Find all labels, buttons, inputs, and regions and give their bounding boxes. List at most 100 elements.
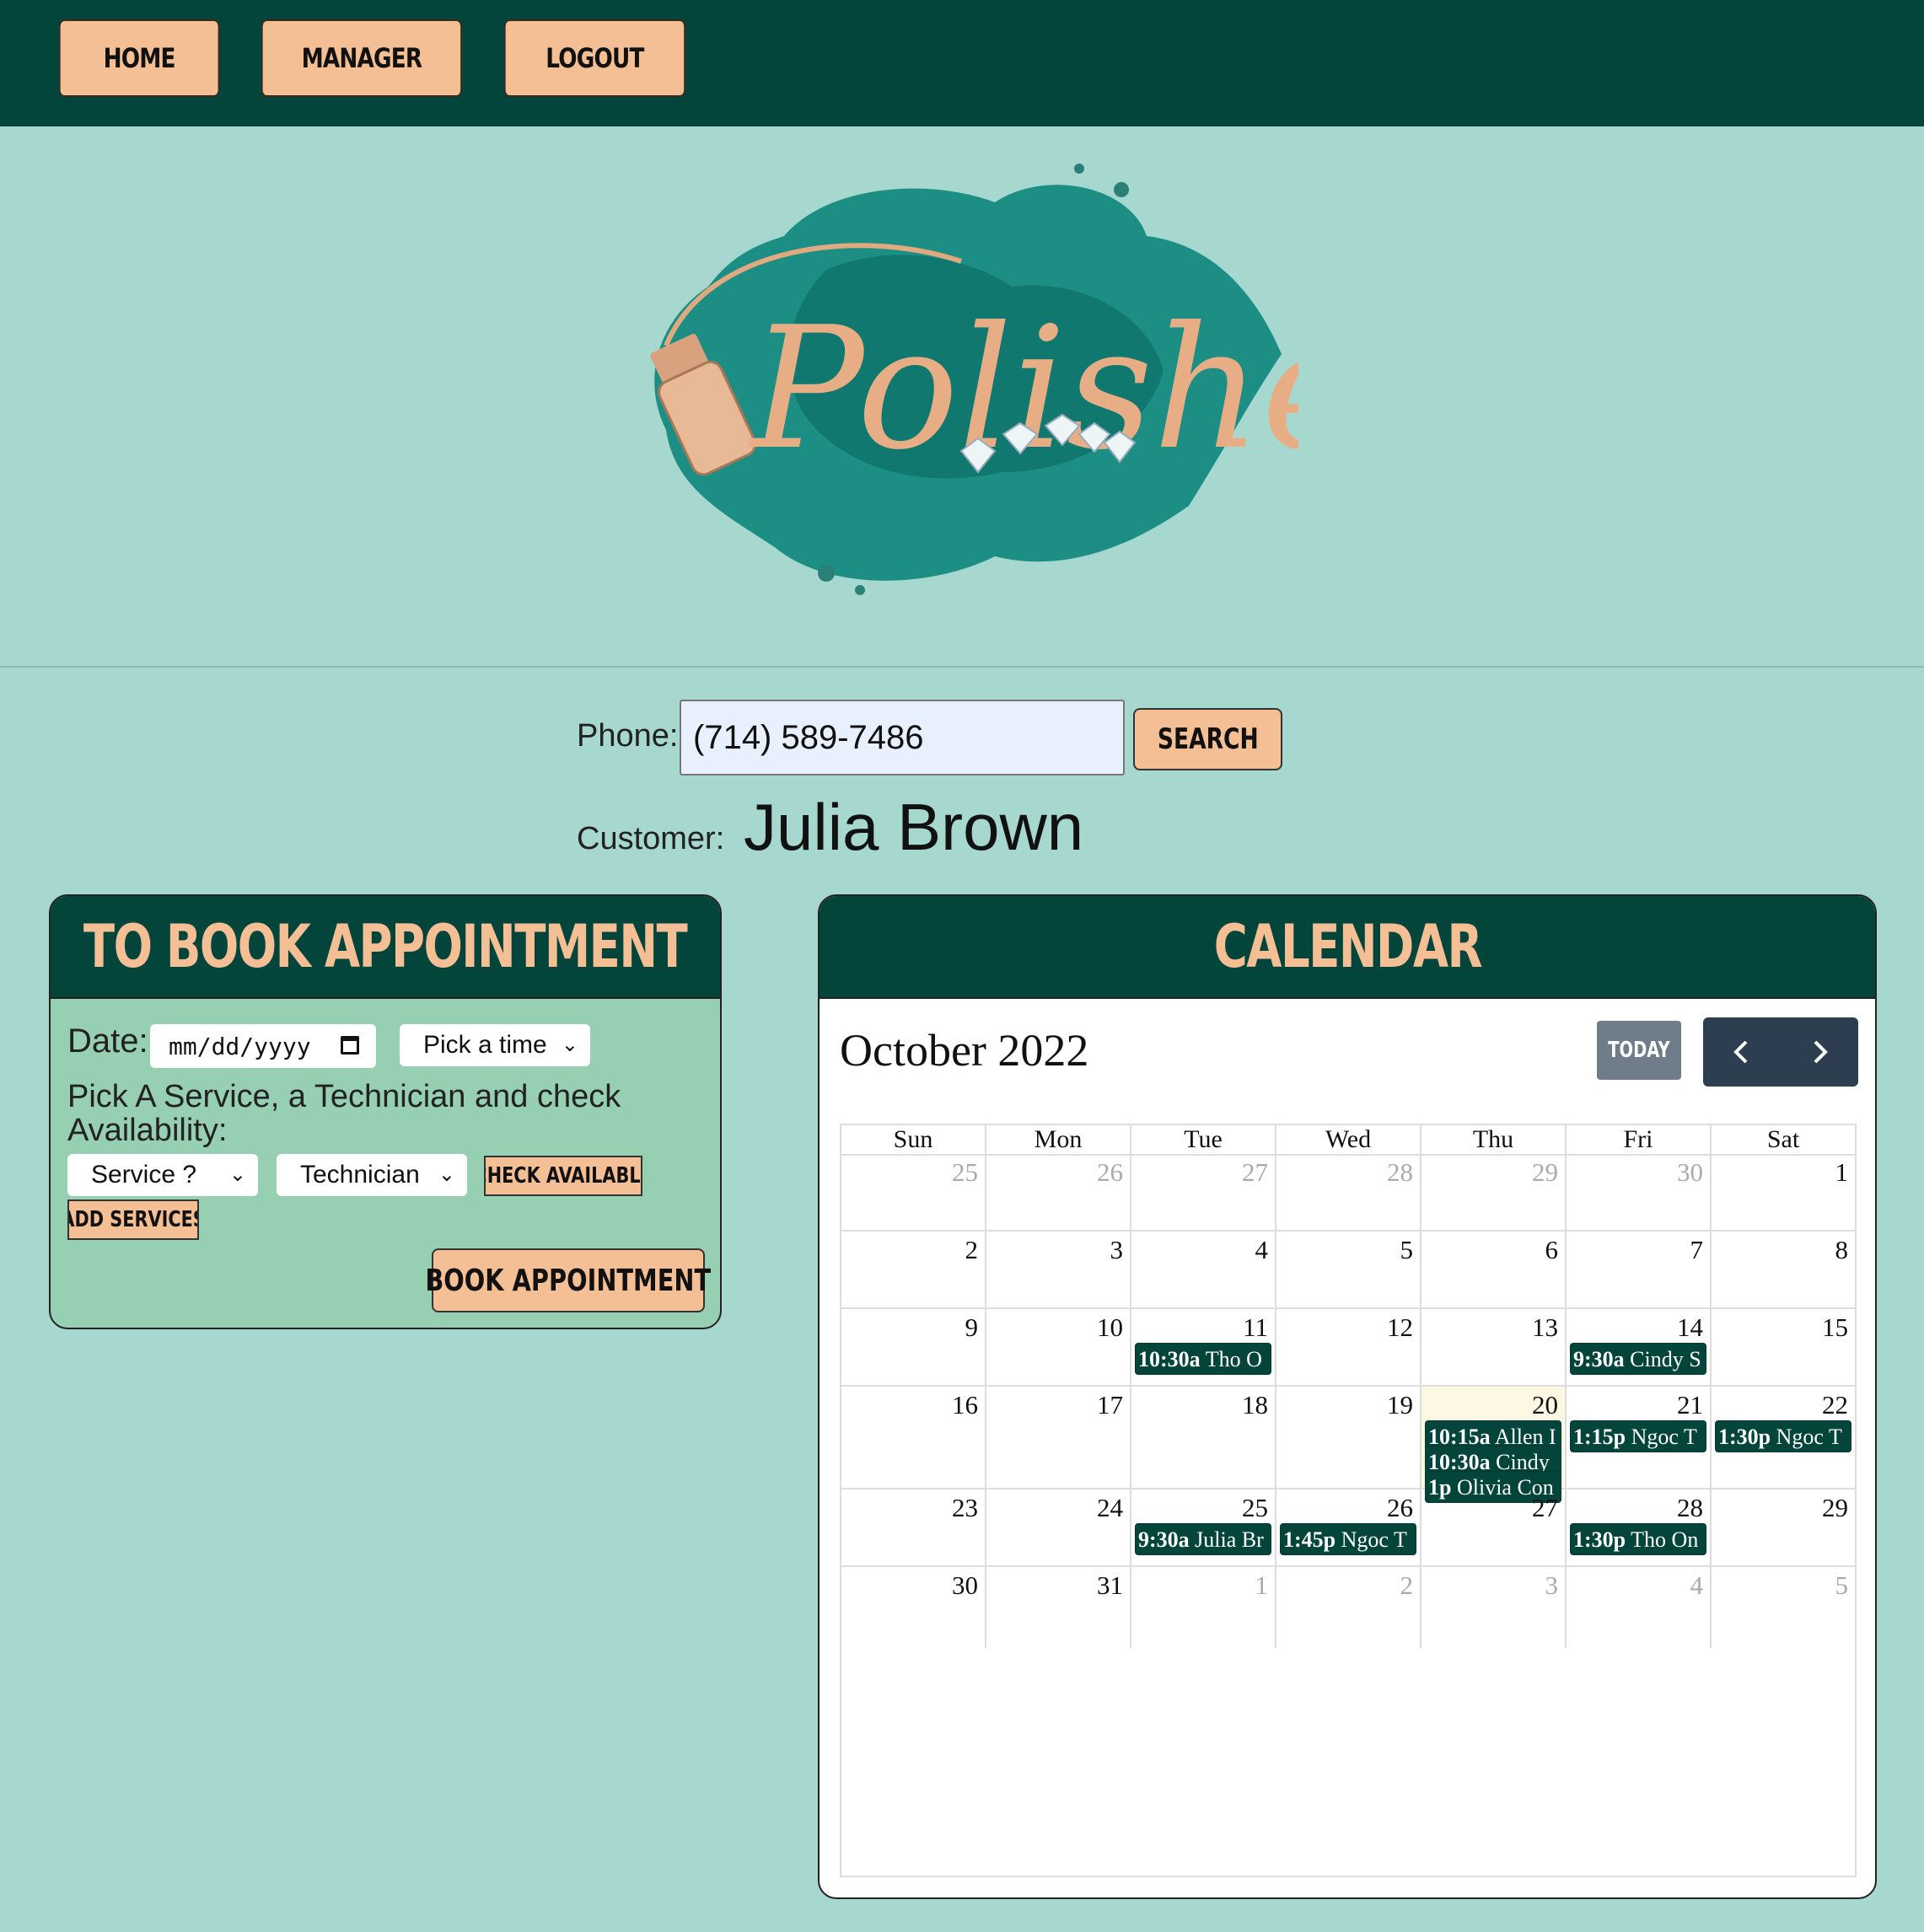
day-number: 4 [1690, 1570, 1704, 1600]
polished-logo: Polished [607, 152, 1470, 624]
day-cell[interactable]: 14 9:30a Cindy S [1567, 1309, 1712, 1385]
day-cell[interactable]: 9 [841, 1309, 986, 1385]
day-number: 3 [1110, 1235, 1124, 1264]
day-number: 5 [1400, 1235, 1414, 1264]
event-time: 1:30p [1573, 1527, 1626, 1552]
day-cell[interactable]: 12 [1276, 1309, 1422, 1385]
day-cell[interactable]: 5 [1276, 1232, 1422, 1307]
day-number: 30 [952, 1570, 978, 1600]
calendar-icon[interactable] [341, 1036, 359, 1055]
day-cell[interactable]: 8 [1712, 1232, 1855, 1307]
day-cell[interactable]: 18 [1131, 1387, 1276, 1488]
day-cell[interactable]: 4 [1131, 1232, 1276, 1307]
day-cell[interactable]: 28 1:30p Tho On [1567, 1489, 1712, 1565]
add-services-button[interactable]: ADD SERVICES [67, 1199, 199, 1240]
week-row: 2 3 4 5 6 7 8 [841, 1232, 1855, 1309]
day-cell[interactable]: 30 [841, 1567, 986, 1648]
service-select[interactable]: Service ? ⌄ [67, 1154, 258, 1196]
day-cell[interactable]: 25 [841, 1154, 986, 1230]
search-button[interactable]: SEARCH [1133, 708, 1282, 770]
weekday-header: Mon [986, 1125, 1131, 1154]
day-cell[interactable]: 17 [986, 1387, 1131, 1488]
day-cell[interactable]: 1 [1712, 1154, 1855, 1230]
day-number: 28 [1387, 1157, 1413, 1187]
day-cell[interactable]: 19 [1276, 1387, 1422, 1488]
home-button[interactable]: HOME [59, 19, 220, 97]
day-number: 15 [1822, 1312, 1848, 1342]
week-row: 25 26 27 28 29 30 1 [841, 1154, 1855, 1232]
day-cell[interactable]: 5 [1712, 1567, 1855, 1648]
calendar-panel-header: CALENDAR [820, 896, 1875, 999]
day-number: 6 [1545, 1235, 1559, 1264]
book-appointment-button[interactable]: BOOK APPOINTMENT [426, 1248, 711, 1312]
calendar-event[interactable]: 1:15p Ngoc T [1570, 1420, 1706, 1452]
event-title: Ngoc T [1336, 1527, 1407, 1552]
technician-select[interactable]: Technician ⌄ [277, 1154, 467, 1196]
day-number: 30 [1677, 1157, 1703, 1187]
day-cell[interactable]: 10 [986, 1309, 1131, 1385]
day-cell[interactable]: 13 [1422, 1309, 1567, 1385]
customer-label: Customer: [577, 821, 725, 856]
day-cell[interactable]: 22 1:30p Ngoc T [1712, 1387, 1855, 1488]
event-title: Cindy S [1624, 1347, 1701, 1371]
weekday-header: Sat [1766, 1125, 1800, 1153]
day-number: 27 [1532, 1493, 1558, 1522]
calendar-grid: Sun Mon Tue Wed Thu Fri Sat 25 26 27 28 29 30 1 2 3 4 5 6… [840, 1124, 1857, 1877]
day-cell[interactable]: 20 10:15a Allen I 10:30a Cindy 1p Olivia Co… [1422, 1387, 1567, 1503]
add-services-label: ADD SERVICES [67, 1207, 199, 1232]
day-cell[interactable]: 31 [986, 1567, 1131, 1648]
day-number: 2 [965, 1235, 979, 1264]
day-cell[interactable]: 2 [841, 1232, 986, 1307]
time-select[interactable]: Pick a time ⌄ [400, 1024, 590, 1066]
next-month-button[interactable] [1781, 1017, 1858, 1087]
day-cell[interactable]: 7 [1567, 1232, 1712, 1307]
calendar-event[interactable]: 10:30a Tho O [1135, 1343, 1271, 1375]
day-cell[interactable]: 25 9:30a Julia Br [1131, 1489, 1276, 1565]
phone-input[interactable]: (714) 589-7486 [680, 700, 1125, 775]
day-cell[interactable]: 11 10:30a Tho O [1131, 1309, 1276, 1385]
manager-button[interactable]: MANAGER [261, 19, 462, 97]
day-cell[interactable]: 29 [1422, 1154, 1567, 1230]
day-cell[interactable]: 29 [1712, 1489, 1855, 1565]
day-cell[interactable]: 26 1:45p Ngoc T [1276, 1489, 1422, 1565]
day-cell[interactable]: 3 [986, 1232, 1131, 1307]
day-cell[interactable]: 27 [1422, 1489, 1567, 1565]
event-time: 9:30a [1138, 1527, 1190, 1552]
day-cell[interactable]: 1 [1131, 1567, 1276, 1648]
day-number: 29 [1822, 1493, 1848, 1522]
calendar-event[interactable]: 9:30a Julia Br [1135, 1523, 1271, 1555]
day-cell[interactable]: 16 [841, 1387, 986, 1488]
today-button[interactable]: TODAY [1597, 1021, 1681, 1080]
event-time: 1:30p [1718, 1425, 1771, 1449]
calendar-event[interactable]: 1:45p Ngoc T [1280, 1523, 1416, 1555]
calendar-event[interactable]: 9:30a Cindy S [1570, 1343, 1706, 1375]
book-appointment-label: BOOK APPOINTMENT [425, 1263, 712, 1298]
calendar-event[interactable]: 1:30p Ngoc T [1715, 1420, 1851, 1452]
week-row: 23 24 25 9:30a Julia Br 26 1:45p Ngoc T 27 28 1:… [841, 1489, 1855, 1567]
day-cell[interactable]: 30 [1567, 1154, 1712, 1230]
day-cell[interactable]: 2 [1276, 1567, 1422, 1648]
day-number: 16 [952, 1390, 978, 1419]
date-input[interactable]: mm/dd/yyyy [150, 1024, 376, 1068]
prev-month-button[interactable] [1703, 1017, 1781, 1087]
calendar-event[interactable]: 1:30p Tho On [1570, 1523, 1706, 1555]
check-available-button[interactable]: CHECK AVAILABLE [484, 1156, 642, 1196]
logout-button[interactable]: LOGOUT [504, 19, 685, 97]
day-cell[interactable]: 28 [1276, 1154, 1422, 1230]
day-cell[interactable]: 6 [1422, 1232, 1567, 1307]
day-cell[interactable]: 15 [1712, 1309, 1855, 1385]
booking-title: TO BOOK APPOINTMENT [83, 912, 688, 981]
time-select-value: Pick a time [423, 1031, 547, 1059]
day-cell[interactable]: 4 [1567, 1567, 1712, 1648]
day-cell[interactable]: 27 [1131, 1154, 1276, 1230]
today-label: TODAY [1608, 1038, 1670, 1063]
check-available-label: CHECK AVAILABLE [486, 1163, 642, 1189]
day-cell[interactable]: 3 [1422, 1567, 1567, 1648]
day-cell[interactable]: 21 1:15p Ngoc T [1567, 1387, 1712, 1488]
day-cell[interactable]: 26 [986, 1154, 1131, 1230]
event-title: Tho O [1200, 1347, 1262, 1371]
weekday-header: Wed [1276, 1125, 1422, 1154]
day-cell[interactable]: 24 [986, 1489, 1131, 1565]
day-number: 18 [1242, 1390, 1268, 1419]
day-cell[interactable]: 23 [841, 1489, 986, 1565]
